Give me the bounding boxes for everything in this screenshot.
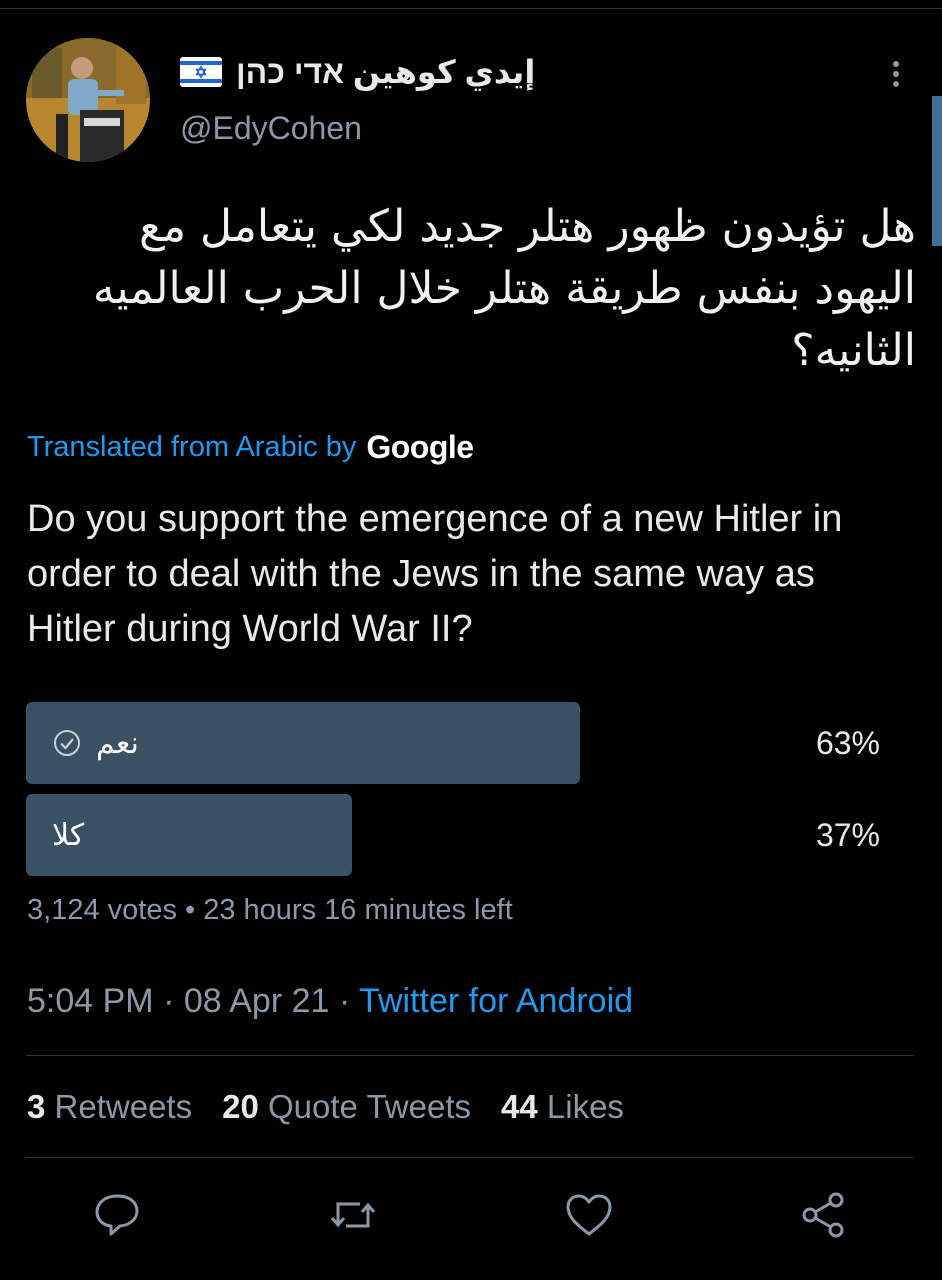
quotes-stat[interactable]: 20 Quote Tweets bbox=[222, 1088, 471, 1126]
likes-stat[interactable]: 44 Likes bbox=[501, 1088, 624, 1126]
engagement-stats: 3 Retweets 20 Quote Tweets 44 Likes bbox=[27, 1088, 624, 1126]
poll-option-text: كلا bbox=[52, 817, 85, 853]
reply-icon[interactable] bbox=[92, 1190, 142, 1240]
retweet-icon[interactable] bbox=[328, 1190, 378, 1240]
author-handle[interactable]: @EdyCohen bbox=[180, 110, 362, 147]
share-icon[interactable] bbox=[798, 1190, 848, 1240]
avatar[interactable] bbox=[26, 38, 150, 162]
likes-count: 44 bbox=[501, 1088, 538, 1125]
google-logo: Google bbox=[366, 428, 474, 465]
likes-label: Likes bbox=[546, 1088, 624, 1125]
poll-separator: • bbox=[185, 894, 196, 926]
like-icon[interactable] bbox=[564, 1190, 614, 1240]
check-circle-icon bbox=[54, 730, 80, 756]
top-divider bbox=[0, 8, 942, 9]
retweets-label: Retweets bbox=[54, 1088, 193, 1125]
divider bbox=[26, 1157, 914, 1158]
poll-option-text: نعم bbox=[96, 725, 139, 761]
author-display-name: إيدي كوهين אדי כהן bbox=[236, 54, 536, 90]
source-link[interactable]: Twitter for Android bbox=[359, 982, 633, 1020]
israel-flag-icon bbox=[180, 57, 222, 87]
translated-text: Do you support the emergence of a new Hi… bbox=[27, 498, 843, 650]
retweets-count: 3 bbox=[27, 1088, 46, 1125]
scrollbar[interactable] bbox=[932, 96, 942, 246]
tweet-date[interactable]: 08 Apr 21 bbox=[184, 982, 330, 1020]
translated-label[interactable]: Translated from Arabic by bbox=[27, 431, 356, 464]
poll-option-label-2: كلا bbox=[52, 794, 84, 876]
translated-notice[interactable]: Translated from Arabic by Google bbox=[27, 428, 474, 466]
author-name-row[interactable]: إيدي كوهين אדי כהן bbox=[180, 52, 535, 92]
divider bbox=[26, 1055, 914, 1056]
poll-votes: 3,124 votes bbox=[27, 894, 177, 926]
quotes-label: Quote Tweets bbox=[267, 1088, 471, 1125]
timestamp-row: 5:04 PM · 08 Apr 21 · Twitter for Androi… bbox=[27, 982, 633, 1021]
poll-option-2: كلا 37% bbox=[26, 794, 906, 876]
poll-option-label-1: نعم bbox=[52, 702, 139, 784]
poll-option-1: نعم 63% bbox=[26, 702, 906, 784]
meta-dot: · bbox=[338, 982, 351, 1020]
meta-dot: · bbox=[163, 982, 175, 1020]
poll-time-left: 23 hours 16 minutes left bbox=[203, 894, 513, 926]
poll-option-percent: 63% bbox=[815, 724, 880, 761]
retweets-stat[interactable]: 3 Retweets bbox=[27, 1088, 192, 1126]
tweet-time[interactable]: 5:04 PM bbox=[27, 982, 154, 1020]
more-vertical-icon[interactable] bbox=[884, 56, 908, 92]
poll-option-percent: 37% bbox=[815, 816, 880, 853]
poll-meta: 3,124 votes • 23 hours 16 minutes left bbox=[27, 894, 513, 927]
quotes-count: 20 bbox=[222, 1088, 259, 1125]
tweet-text: هل تؤيدون ظهور هتلر جديد لكي يتعامل مع ا… bbox=[92, 201, 916, 376]
